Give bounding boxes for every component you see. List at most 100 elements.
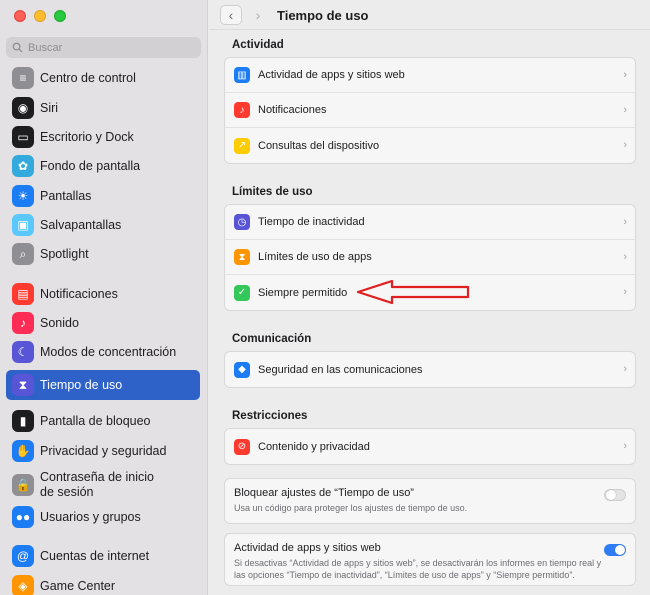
search-icon (12, 42, 23, 53)
search-placeholder: Buscar (28, 41, 63, 54)
section-title-restricciones: Restricciones (232, 410, 308, 422)
chevron-right-icon: › (623, 286, 627, 298)
sidebar-item[interactable]: ♪ Sonido (6, 311, 200, 335)
sidebar-item-label: Notificaciones (40, 287, 118, 301)
sidebar-item[interactable]: ≡ Centro de control (6, 67, 200, 89)
sidebar-item[interactable]: @ Cuentas de internet (6, 544, 200, 568)
sidebar-item[interactable]: ▣ Salvapantallas (6, 213, 200, 237)
page-title: Tiempo de uso (277, 8, 369, 23)
toggle-title-actividad: Actividad de apps y sitios web (234, 542, 381, 554)
sidebar-item-label: Tiempo de uso (40, 378, 123, 392)
activity-toggle[interactable] (604, 544, 626, 556)
activity-chart-icon: ▥ (234, 67, 250, 83)
desktop-dock-icon: ▭ (12, 126, 34, 148)
sidebar-item[interactable]: ▤ Notificaciones (6, 282, 200, 306)
sidebar-item[interactable]: ✋ Privacidad y seguridad (6, 439, 200, 463)
settings-row-label: Seguridad en las comunicaciones (258, 363, 423, 376)
settings-row-label: Contenido y privacidad (258, 440, 370, 453)
settings-row[interactable]: ↗ Consultas del dispositivo › (225, 128, 635, 163)
settings-row[interactable]: ⊘ Contenido y privacidad › (225, 429, 635, 464)
chevron-right-icon: › (623, 104, 627, 116)
annotation-arrow-icon (356, 279, 470, 305)
section-title-limites: Límites de uso (232, 186, 313, 198)
sidebar-item-label: Modos de concentración (40, 345, 177, 359)
sidebar-item-label: Sonido (40, 316, 79, 330)
settings-row-label: Siempre permitido (258, 286, 348, 299)
back-button[interactable]: ‹ (220, 5, 242, 25)
sidebar-item[interactable]: ●● Usuarios y grupos (6, 505, 200, 529)
users-groups-icon: ●● (12, 506, 34, 528)
toggle-description-bloquear: Usa un código para proteger los ajustes … (234, 503, 468, 513)
chevron-right-icon: › (623, 69, 627, 81)
notifications-icon: ▤ (12, 283, 34, 305)
chevron-right-icon: › (623, 251, 627, 263)
screensaver-icon: ▣ (12, 214, 34, 236)
window-controls (14, 10, 66, 22)
control-center-icon: ≡ (12, 67, 34, 89)
sidebar-item[interactable]: ☀ Pantallas (6, 184, 200, 208)
screen-time-icon: ⧗ (12, 374, 34, 396)
spotlight-icon: ⌕ (12, 243, 34, 265)
sidebar-item[interactable]: 🔒 Contraseña de inicio de sesión (6, 468, 200, 502)
sidebar-item-label: Privacidad y seguridad (40, 444, 167, 458)
sidebar-item[interactable]: ✿ Fondo de pantalla (6, 154, 200, 178)
sidebar-item[interactable]: ◈ Game Center (6, 574, 200, 595)
sidebar-item-label: Usuarios y grupos (40, 510, 141, 524)
sidebar-item[interactable]: ☾ Modos de concentración (6, 340, 200, 364)
sidebar-item-label: Centro de control (40, 71, 136, 85)
internet-accounts-icon: @ (12, 545, 34, 567)
toggle-title-bloquear: Bloquear ajustes de “Tiempo de uso” (234, 487, 414, 499)
privacy-hand-icon: ✋ (12, 440, 34, 462)
settings-row-label: Límites de uso de apps (258, 251, 372, 263)
sidebar-item-label: Pantallas (40, 189, 92, 203)
settings-row[interactable]: ♪ Notificaciones › (225, 93, 635, 128)
lock-screen-icon: ▮ (12, 410, 34, 432)
sidebar-item[interactable]: ⧗ Tiempo de uso (6, 370, 200, 400)
game-center-icon: ◈ (12, 575, 34, 595)
sidebar-item-label: Contraseña de inicio de sesión (40, 470, 154, 499)
toggle-knob (606, 490, 616, 500)
toggle-description-actividad: Si desactivas “Actividad de apps y sitio… (234, 558, 602, 580)
minimize-window-button[interactable] (34, 10, 46, 22)
hourglass-icon: ⧗ (234, 249, 250, 265)
sidebar-item-label: Cuentas de internet (40, 549, 150, 563)
sidebar-item[interactable]: ▭ Escritorio y Dock (6, 125, 200, 149)
settings-row-label: Tiempo de inactividad (258, 216, 365, 228)
card-restricciones: ⊘ Contenido y privacidad › (224, 428, 636, 465)
card-actividad: ▥ Actividad de apps y sitios web › ♪ Notific… (224, 57, 636, 164)
sidebar-item[interactable]: ◉ Siri (6, 96, 200, 120)
sidebar-item-label: Fondo de pantalla (40, 159, 141, 173)
toggle-knob (615, 545, 625, 555)
sidebar-item-label: Spotlight (40, 247, 89, 261)
settings-row[interactable]: ▥ Actividad de apps y sitios web › (225, 58, 635, 93)
focus-icon: ☾ (12, 341, 34, 363)
settings-row[interactable]: ⧗ Límites de uso de apps › (225, 240, 635, 275)
wallpaper-icon: ✿ (12, 155, 34, 177)
close-window-button[interactable] (14, 10, 26, 22)
sidebar-item-label: Game Center (40, 579, 116, 593)
settings-row[interactable]: ◆ Seguridad en las comunicaciones › (225, 352, 635, 387)
sidebar-item-label: Salvapantallas (40, 218, 122, 232)
settings-row-label: Consultas del dispositivo (258, 139, 380, 152)
sidebar-item[interactable]: ⌕ Spotlight (6, 242, 200, 266)
toolbar: ‹ › Tiempo de uso (209, 0, 650, 30)
sidebar-item[interactable]: ▮ Pantalla de bloqueo (6, 409, 200, 433)
forward-button[interactable]: › (247, 5, 269, 25)
chevron-right-icon: › (623, 216, 627, 228)
search-field[interactable]: Buscar (6, 37, 201, 58)
notifications-bell-icon: ♪ (234, 102, 250, 118)
section-title-actividad: Actividad (232, 39, 284, 51)
settings-row[interactable]: ◷ Tiempo de inactividad › (225, 205, 635, 240)
chevron-right-icon: › (623, 363, 627, 375)
card-comunicacion: ◆ Seguridad en las comunicaciones › (224, 351, 636, 388)
lock-settings-toggle[interactable] (604, 489, 626, 501)
restriction-icon: ⊘ (234, 438, 250, 455)
sound-icon: ♪ (12, 312, 34, 334)
zoom-window-button[interactable] (54, 10, 66, 22)
chevron-right-icon: › (623, 440, 627, 452)
sidebar-item-label: Pantalla de bloqueo (40, 414, 151, 428)
sidebar-item-label: Escritorio y Dock (40, 130, 134, 144)
sidebar: Buscar ≡ Centro de control ◉ Siri ▭ Escritori… (0, 0, 208, 595)
chevron-right-icon: › (623, 139, 627, 151)
downtime-icon: ◷ (234, 214, 250, 230)
